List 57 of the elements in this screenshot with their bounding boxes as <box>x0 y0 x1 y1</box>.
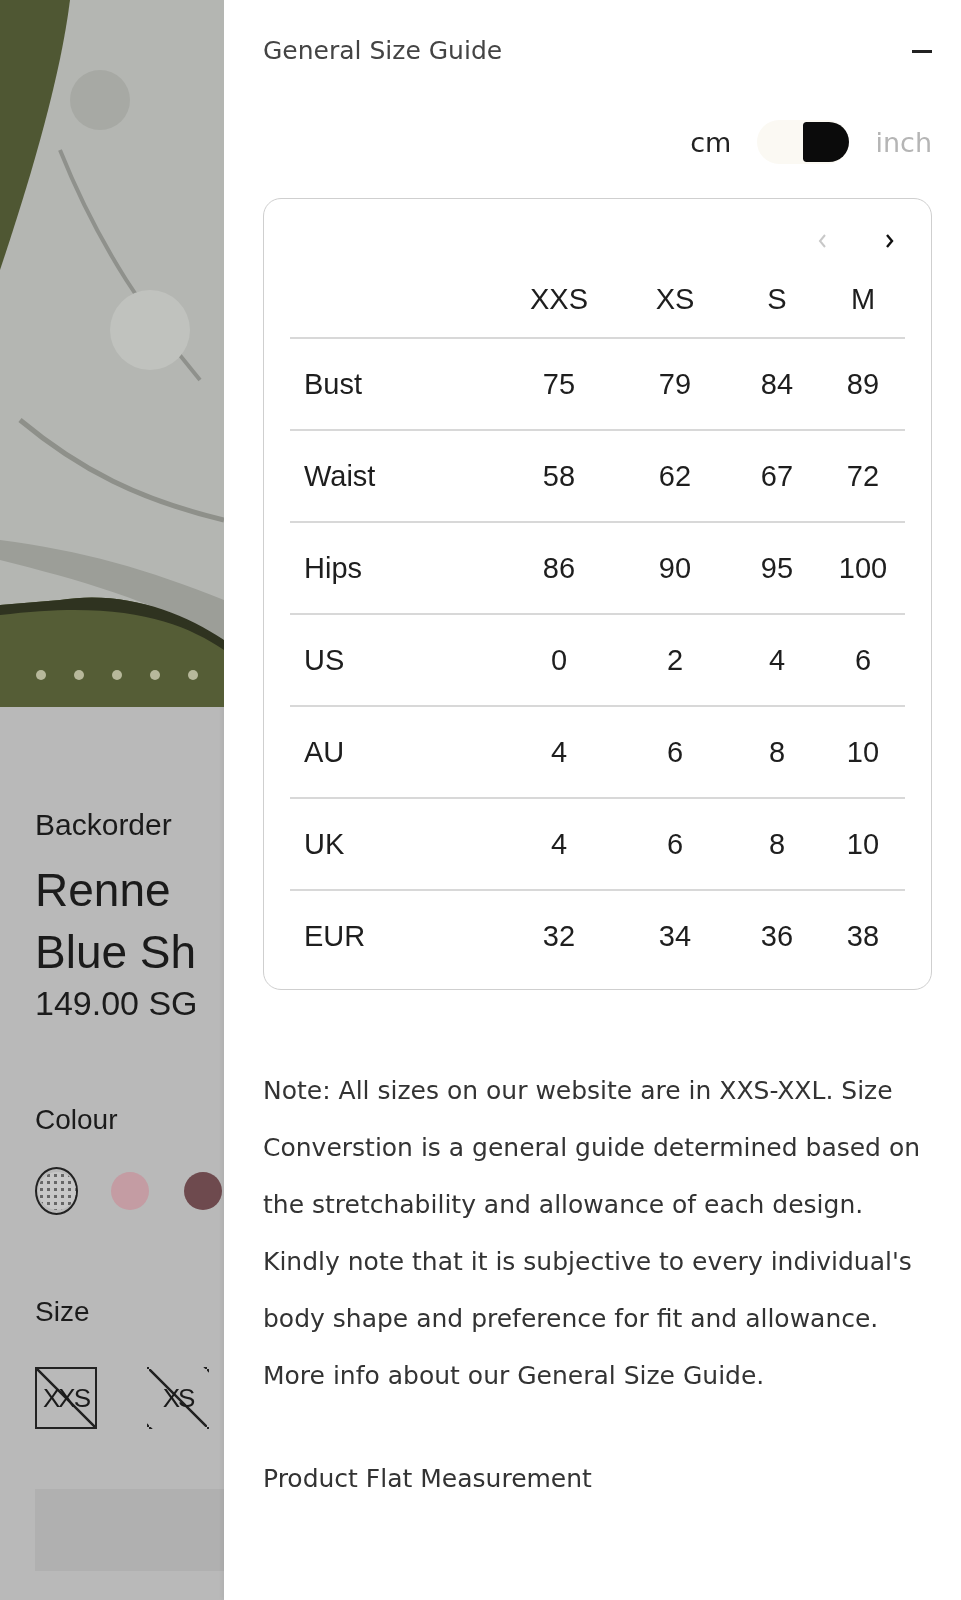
table-cell: 6 <box>666 827 684 861</box>
carousel-dot[interactable] <box>74 670 84 680</box>
table-cell: 6 <box>666 735 684 769</box>
table-cell: 75 <box>542 367 576 401</box>
table-cell: 4 <box>550 735 568 769</box>
chevron-right-icon[interactable] <box>884 233 895 249</box>
table-cell: 36 <box>760 919 794 953</box>
table-cell: 6 <box>854 643 872 677</box>
unit-toggle[interactable] <box>757 120 850 164</box>
row-label: AU <box>303 735 346 769</box>
row-label: Hips <box>303 551 363 585</box>
carousel-dot[interactable] <box>112 670 122 680</box>
row-label: US <box>303 643 346 677</box>
table-cell: 84 <box>760 367 794 401</box>
table-cell: 100 <box>838 551 888 585</box>
table-cell: 67 <box>760 459 794 493</box>
table-cell: 86 <box>542 551 576 585</box>
colour-swatch[interactable] <box>35 1167 78 1215</box>
availability-label: Backorder <box>35 807 173 843</box>
table-cell: 2 <box>666 643 684 677</box>
table-cell: 89 <box>846 367 880 401</box>
section-title[interactable]: General Size Guide <box>263 34 503 68</box>
product-name: Renne <box>35 863 172 918</box>
table-cell: 58 <box>542 459 576 493</box>
colour-label: Colour <box>35 1103 119 1137</box>
table-cell: 34 <box>658 919 692 953</box>
product-name: Blue Sh <box>35 925 198 980</box>
size-label: Size <box>35 1295 91 1329</box>
table-cell: 79 <box>658 367 692 401</box>
section-title[interactable]: Product Flat Measurement <box>263 1464 932 1494</box>
size-note: Note: All sizes on our website are in XXS-XXL. Size Converstion is a general guide determined based on the stretchability and allowance of each design. Kindly note that it is subjective to every individual's body shape and preference for fit and allowance. More info about our General Size Guide. <box>263 1075 922 1392</box>
table-cell: 10 <box>846 827 880 861</box>
table-cell: 10 <box>846 735 880 769</box>
table-cell: 8 <box>768 827 786 861</box>
carousel-dot[interactable] <box>150 670 160 680</box>
carousel-dot[interactable] <box>36 670 46 680</box>
carousel-dot[interactable] <box>188 670 198 680</box>
table-cell: 38 <box>846 919 880 953</box>
column-header: XS <box>655 282 695 316</box>
table-cell: 32 <box>542 919 576 953</box>
table-cell: 0 <box>550 643 568 677</box>
product-price: 149.00 SG <box>35 983 199 1023</box>
table-cell: 8 <box>768 735 786 769</box>
row-label: EUR <box>303 919 367 953</box>
table-cell: 4 <box>550 827 568 861</box>
row-label: Waist <box>303 459 377 493</box>
column-header: M <box>850 282 876 316</box>
table-cell: 72 <box>846 459 880 493</box>
column-header: S <box>767 282 787 316</box>
table-cell: 4 <box>768 643 786 677</box>
unit-label[interactable]: cm <box>690 126 732 158</box>
table-cell: 62 <box>658 459 692 493</box>
column-header: XXS <box>530 282 588 316</box>
table-cell: 95 <box>760 551 794 585</box>
row-label: UK <box>303 827 346 861</box>
table-cell: 90 <box>658 551 692 585</box>
row-label: Bust <box>303 367 364 401</box>
